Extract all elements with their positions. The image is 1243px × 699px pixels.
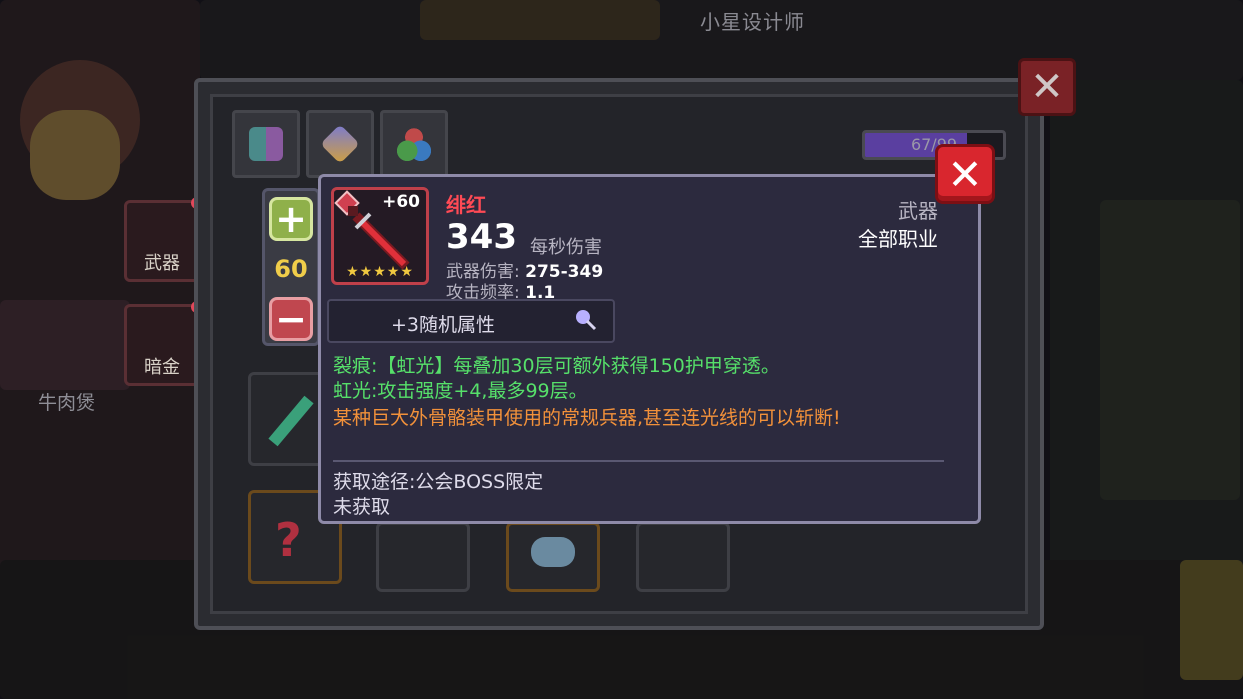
quantity-stepper: + 60 − bbox=[262, 188, 320, 346]
card-close-button[interactable]: ✕ bbox=[935, 144, 995, 204]
item-type: 武器 bbox=[898, 199, 938, 223]
side-slot-gold-label: 暗金 bbox=[144, 357, 180, 378]
divider bbox=[333, 460, 944, 462]
side-slot-weapon[interactable]: 武器 bbox=[124, 197, 203, 282]
grid-icon bbox=[249, 127, 283, 161]
side-slot-gold[interactable]: 暗金 bbox=[124, 301, 203, 386]
item-detail-card: +60 ★★★★★ 绯红 343 每秒伤害 武器伤害: 275-349 攻击频率… bbox=[318, 174, 981, 524]
item-icon-frame: +60 ★★★★★ bbox=[331, 187, 429, 285]
crystal-icon bbox=[320, 124, 360, 164]
decrease-button[interactable]: − bbox=[269, 297, 313, 341]
effect-line-1: 裂痕:【虹光】每叠加30层可额外获得150护甲穿透。 bbox=[333, 355, 780, 377]
tab-all-items[interactable] bbox=[232, 110, 300, 178]
dps-value: 343 bbox=[446, 217, 517, 257]
cloud-icon bbox=[531, 537, 575, 567]
item-class: 全部职业 bbox=[858, 227, 938, 251]
panel-close-button[interactable]: ✕ bbox=[1018, 58, 1076, 116]
item-source: 获取途径:公会BOSS限定 bbox=[333, 471, 544, 493]
question-rune-icon: ? bbox=[275, 513, 302, 567]
player-title: 小星设计师 bbox=[700, 10, 805, 34]
close-icon: ✕ bbox=[947, 149, 983, 199]
green-sword-icon bbox=[268, 395, 314, 447]
item-name: 绯红 bbox=[446, 193, 486, 217]
random-attribute-label: +3随机属性 bbox=[390, 314, 495, 336]
star-rating: ★★★★★ bbox=[346, 264, 414, 280]
random-attribute-button[interactable]: +3随机属性 bbox=[327, 299, 615, 343]
side-slot-weapon-label: 武器 bbox=[144, 253, 180, 274]
plus-icon: + bbox=[275, 197, 307, 241]
player-name: 牛肉煲 bbox=[38, 392, 96, 414]
tab-gems[interactable] bbox=[306, 110, 374, 178]
orbs-icon bbox=[397, 127, 431, 161]
close-icon: ✕ bbox=[1030, 64, 1064, 110]
magic-wand-icon bbox=[576, 310, 597, 331]
dps-label: 每秒伤害 bbox=[530, 237, 602, 258]
inventory-slot[interactable] bbox=[376, 522, 470, 592]
inventory-slot[interactable] bbox=[506, 522, 600, 592]
item-status: 未获取 bbox=[333, 496, 391, 518]
increase-button[interactable]: + bbox=[269, 197, 313, 241]
tab-potions[interactable] bbox=[380, 110, 448, 178]
quantity-value: 60 bbox=[274, 255, 308, 283]
inventory-slot[interactable] bbox=[636, 522, 730, 592]
minus-icon: − bbox=[275, 297, 307, 341]
effect-line-2: 虹光:攻击强度+4,最多99层。 bbox=[333, 380, 588, 402]
flavor-text: 某种巨大外骨骼装甲使用的常规兵器,甚至连光线的可以斩断! bbox=[333, 407, 841, 429]
